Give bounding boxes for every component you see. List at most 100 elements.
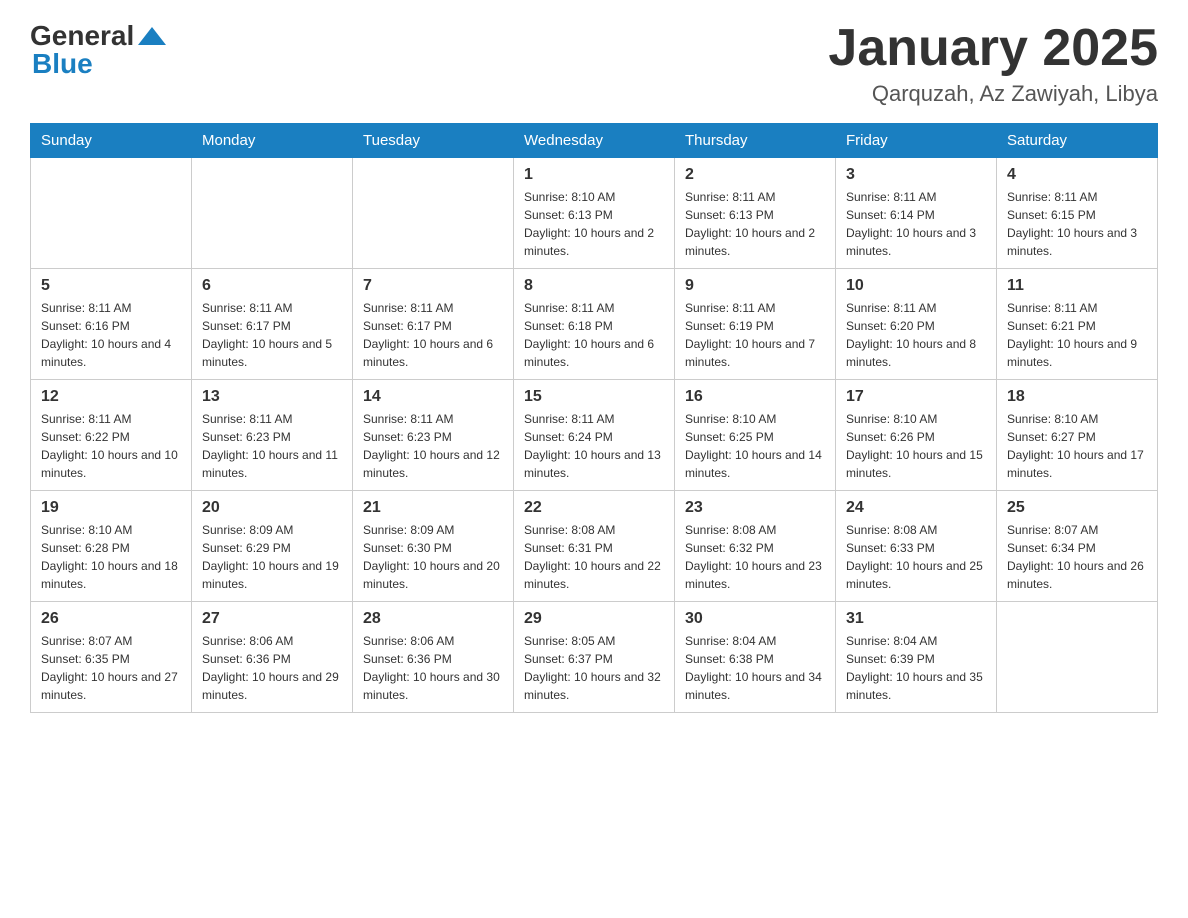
calendar-cell: 30 Sunrise: 8:04 AM Sunset: 6:38 PM Dayli… [675,602,836,713]
day-info: Sunrise: 8:11 AM Sunset: 6:24 PM Dayligh… [524,410,664,482]
day-info: Sunrise: 8:11 AM Sunset: 6:13 PM Dayligh… [685,188,825,260]
day-number: 3 [846,166,986,184]
calendar-cell [353,158,514,269]
day-number: 8 [524,277,664,295]
day-info: Sunrise: 8:07 AM Sunset: 6:35 PM Dayligh… [41,632,181,704]
calendar-cell [31,158,192,269]
day-number: 12 [41,388,181,406]
logo: General Blue [30,20,166,80]
day-number: 26 [41,610,181,628]
calendar-subtitle: Qarquzah, Az Zawiyah, Libya [828,81,1158,107]
calendar-cell: 18Sunrise: 8:10 AM Sunset: 6:27 PM Dayli… [997,380,1158,491]
day-info: Sunrise: 8:09 AM Sunset: 6:29 PM Dayligh… [202,521,342,593]
calendar-cell: 3 Sunrise: 8:11 AM Sunset: 6:14 PM Daylig… [836,158,997,269]
day-number: 10 [846,277,986,295]
day-number: 2 [685,166,825,184]
day-info: Sunrise: 8:08 AM Sunset: 6:33 PM Dayligh… [846,521,986,593]
day-number: 25 [1007,499,1147,517]
day-info: Sunrise: 8:11 AM Sunset: 6:15 PM Dayligh… [1007,188,1147,260]
day-number: 13 [202,388,342,406]
day-info: Sunrise: 8:11 AM Sunset: 6:20 PM Dayligh… [846,299,986,371]
calendar-cell: 10 Sunrise: 8:11 AM Sunset: 6:20 PM Dayli… [836,269,997,380]
day-number: 28 [363,610,503,628]
header-day-tuesday: Tuesday [353,124,514,158]
day-info: Sunrise: 8:07 AM Sunset: 6:34 PM Dayligh… [1007,521,1147,593]
day-info: Sunrise: 8:06 AM Sunset: 6:36 PM Dayligh… [363,632,503,704]
day-info: Sunrise: 8:11 AM Sunset: 6:18 PM Dayligh… [524,299,664,371]
calendar-cell: 9Sunrise: 8:11 AM Sunset: 6:19 PM Daylig… [675,269,836,380]
calendar-cell: 24 Sunrise: 8:08 AM Sunset: 6:33 PM Dayli… [836,491,997,602]
calendar-cell: 19Sunrise: 8:10 AM Sunset: 6:28 PM Dayli… [31,491,192,602]
day-info: Sunrise: 8:11 AM Sunset: 6:14 PM Dayligh… [846,188,986,260]
day-number: 18 [1007,388,1147,406]
day-info: Sunrise: 8:04 AM Sunset: 6:39 PM Dayligh… [846,632,986,704]
day-number: 11 [1007,277,1147,295]
day-number: 7 [363,277,503,295]
header-day-monday: Monday [192,124,353,158]
day-number: 23 [685,499,825,517]
day-info: Sunrise: 8:11 AM Sunset: 6:17 PM Dayligh… [202,299,342,371]
day-number: 17 [846,388,986,406]
calendar-cell: 5 Sunrise: 8:11 AM Sunset: 6:16 PM Daylig… [31,269,192,380]
calendar-cell: 28 Sunrise: 8:06 AM Sunset: 6:36 PM Dayli… [353,602,514,713]
calendar-title: January 2025 [828,20,1158,77]
calendar-cell: 15 Sunrise: 8:11 AM Sunset: 6:24 PM Dayli… [514,380,675,491]
day-info: Sunrise: 8:11 AM Sunset: 6:22 PM Dayligh… [41,410,181,482]
header-row: SundayMondayTuesdayWednesdayThursdayFrid… [31,124,1158,158]
day-info: Sunrise: 8:10 AM Sunset: 6:25 PM Dayligh… [685,410,825,482]
calendar-cell: 13 Sunrise: 8:11 AM Sunset: 6:23 PM Dayli… [192,380,353,491]
day-info: Sunrise: 8:08 AM Sunset: 6:31 PM Dayligh… [524,521,664,593]
day-info: Sunrise: 8:11 AM Sunset: 6:21 PM Dayligh… [1007,299,1147,371]
calendar-table: SundayMondayTuesdayWednesdayThursdayFrid… [30,123,1158,713]
day-info: Sunrise: 8:11 AM Sunset: 6:16 PM Dayligh… [41,299,181,371]
header-day-thursday: Thursday [675,124,836,158]
calendar-cell: 26 Sunrise: 8:07 AM Sunset: 6:35 PM Dayli… [31,602,192,713]
page-header: General Blue January 2025 Qarquzah, Az Z… [30,20,1158,107]
calendar-cell [192,158,353,269]
day-number: 22 [524,499,664,517]
day-info: Sunrise: 8:10 AM Sunset: 6:26 PM Dayligh… [846,410,986,482]
calendar-cell: 25 Sunrise: 8:07 AM Sunset: 6:34 PM Dayli… [997,491,1158,602]
week-row-1: 1 Sunrise: 8:10 AM Sunset: 6:13 PM Daylig… [31,158,1158,269]
header-day-wednesday: Wednesday [514,124,675,158]
header-day-friday: Friday [836,124,997,158]
calendar-cell: 11 Sunrise: 8:11 AM Sunset: 6:21 PM Dayli… [997,269,1158,380]
day-number: 14 [363,388,503,406]
day-number: 1 [524,166,664,184]
day-info: Sunrise: 8:10 AM Sunset: 6:13 PM Dayligh… [524,188,664,260]
day-number: 24 [846,499,986,517]
week-row-3: 12 Sunrise: 8:11 AM Sunset: 6:22 PM Dayli… [31,380,1158,491]
calendar-cell: 12 Sunrise: 8:11 AM Sunset: 6:22 PM Dayli… [31,380,192,491]
day-number: 30 [685,610,825,628]
calendar-cell: 14 Sunrise: 8:11 AM Sunset: 6:23 PM Dayli… [353,380,514,491]
day-info: Sunrise: 8:05 AM Sunset: 6:37 PM Dayligh… [524,632,664,704]
calendar-cell: 20Sunrise: 8:09 AM Sunset: 6:29 PM Dayli… [192,491,353,602]
calendar-cell: 1 Sunrise: 8:10 AM Sunset: 6:13 PM Daylig… [514,158,675,269]
week-row-2: 5 Sunrise: 8:11 AM Sunset: 6:16 PM Daylig… [31,269,1158,380]
day-info: Sunrise: 8:11 AM Sunset: 6:23 PM Dayligh… [363,410,503,482]
day-number: 15 [524,388,664,406]
calendar-cell: 6Sunrise: 8:11 AM Sunset: 6:17 PM Daylig… [192,269,353,380]
day-number: 29 [524,610,664,628]
day-info: Sunrise: 8:10 AM Sunset: 6:28 PM Dayligh… [41,521,181,593]
calendar-cell: 17 Sunrise: 8:10 AM Sunset: 6:26 PM Dayli… [836,380,997,491]
calendar-cell: 29 Sunrise: 8:05 AM Sunset: 6:37 PM Dayli… [514,602,675,713]
day-info: Sunrise: 8:11 AM Sunset: 6:17 PM Dayligh… [363,299,503,371]
calendar-cell [997,602,1158,713]
day-info: Sunrise: 8:06 AM Sunset: 6:36 PM Dayligh… [202,632,342,704]
day-number: 4 [1007,166,1147,184]
calendar-header: SundayMondayTuesdayWednesdayThursdayFrid… [31,124,1158,158]
calendar-cell: 31Sunrise: 8:04 AM Sunset: 6:39 PM Dayli… [836,602,997,713]
day-info: Sunrise: 8:08 AM Sunset: 6:32 PM Dayligh… [685,521,825,593]
day-info: Sunrise: 8:04 AM Sunset: 6:38 PM Dayligh… [685,632,825,704]
header-day-saturday: Saturday [997,124,1158,158]
day-number: 16 [685,388,825,406]
day-number: 5 [41,277,181,295]
day-number: 21 [363,499,503,517]
header-day-sunday: Sunday [31,124,192,158]
day-info: Sunrise: 8:11 AM Sunset: 6:23 PM Dayligh… [202,410,342,482]
calendar-cell: 8 Sunrise: 8:11 AM Sunset: 6:18 PM Daylig… [514,269,675,380]
day-number: 27 [202,610,342,628]
calendar-cell: 16 Sunrise: 8:10 AM Sunset: 6:25 PM Dayli… [675,380,836,491]
logo-blue-text: Blue [32,48,93,80]
